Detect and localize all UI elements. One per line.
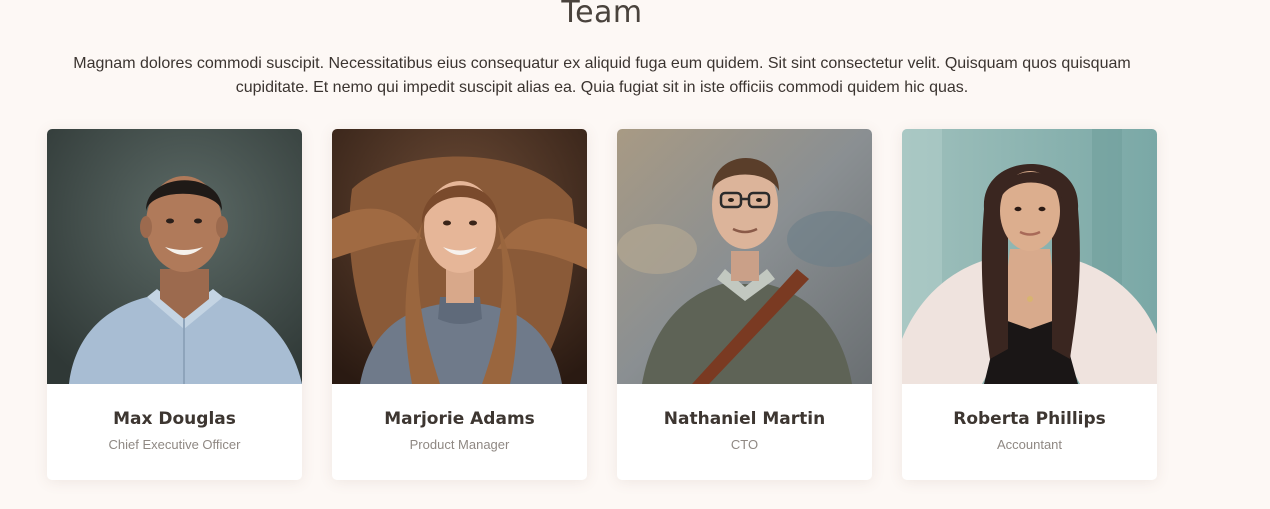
- member-role: Chief Executive Officer: [108, 437, 241, 452]
- team-member-card[interactable]: Marjorie Adams Product Manager: [332, 129, 587, 480]
- team-member-card[interactable]: Max Douglas Chief Executive Officer: [47, 129, 302, 480]
- section-title: Team: [561, 0, 643, 30]
- member-name: Nathaniel Martin: [663, 409, 826, 429]
- member-photo: [47, 129, 302, 384]
- member-role: CTO: [730, 437, 759, 452]
- member-role: Product Manager: [409, 437, 510, 452]
- member-name: Roberta Phillips: [953, 409, 1106, 429]
- member-photo: [332, 129, 587, 384]
- section-description: Magnam dolores commodi suscipit. Necessi…: [73, 55, 1131, 96]
- team-member-card[interactable]: Roberta Phillips Accountant: [902, 129, 1157, 480]
- member-photo: [617, 129, 872, 384]
- member-photo: [902, 129, 1157, 384]
- member-role: Accountant: [996, 437, 1063, 452]
- member-name: Max Douglas: [113, 409, 236, 429]
- team-member-card[interactable]: Nathaniel Martin CTO: [617, 129, 872, 480]
- member-name: Marjorie Adams: [384, 409, 535, 429]
